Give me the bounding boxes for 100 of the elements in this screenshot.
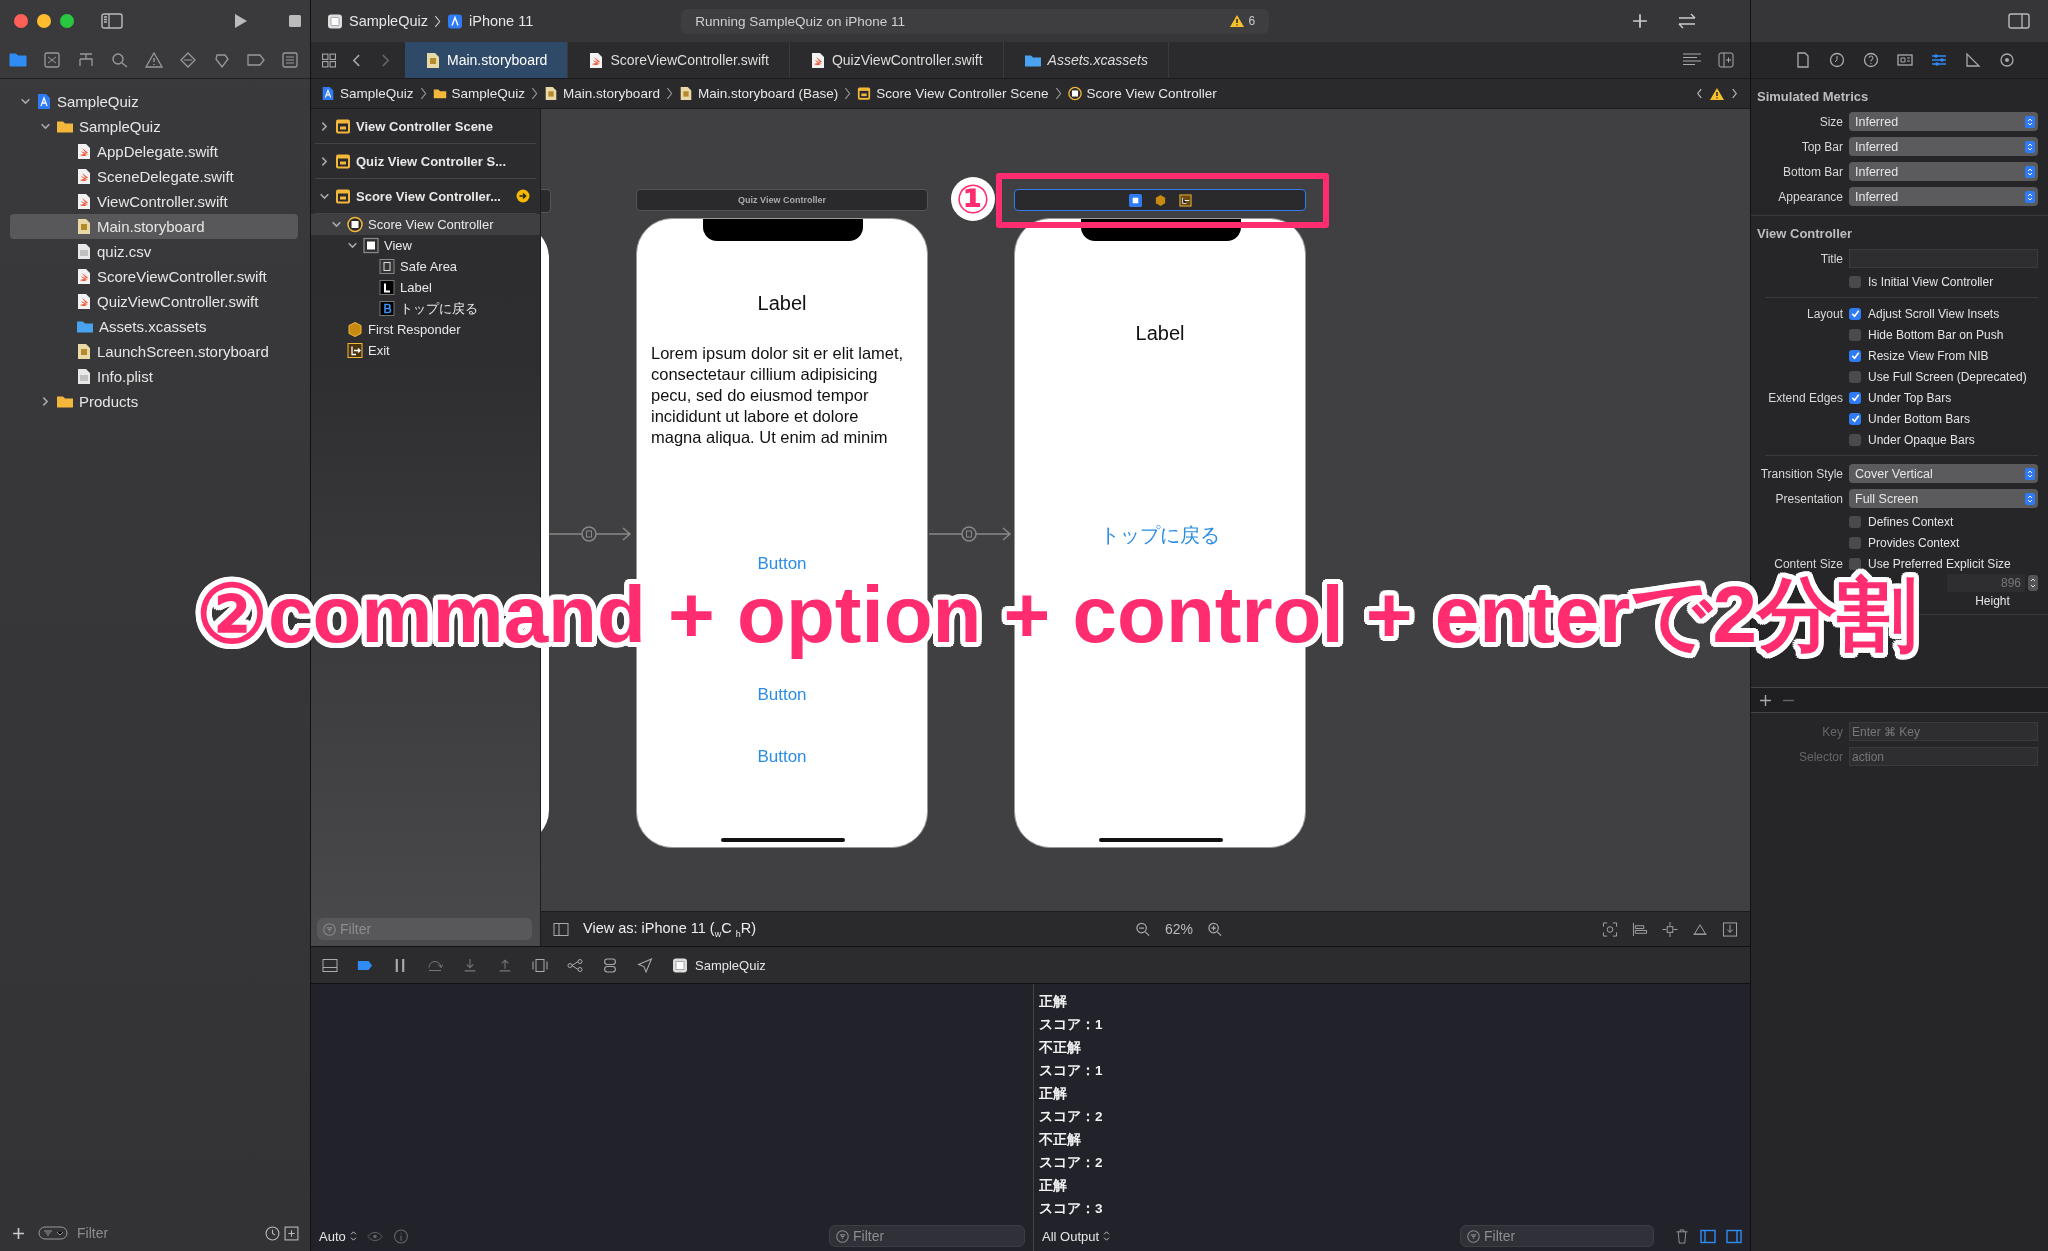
process-name[interactable]: SampleQuiz (695, 957, 766, 973)
scheme-name[interactable]: SampleQuiz (349, 13, 428, 29)
embed-icon[interactable] (1722, 921, 1738, 937)
sidebar-toggle-icon[interactable] (553, 921, 569, 937)
popup-button[interactable]: Full Screen (1849, 489, 2038, 508)
breadcrumb-item[interactable]: Main.storyboard (563, 86, 660, 101)
align-icon[interactable] (1632, 921, 1648, 937)
run-destination[interactable]: iPhone 11 (469, 13, 534, 29)
split-left-icon[interactable] (1700, 1228, 1716, 1244)
editor-tab[interactable]: QuizViewController.swift (789, 42, 1004, 78)
memory-graph-icon[interactable] (567, 957, 583, 973)
navigator-item[interactable]: SampleQuiz (10, 114, 298, 139)
navigator-item[interactable]: AppDelegate.swift (10, 139, 298, 164)
filter-field[interactable]: Filter (33, 1221, 304, 1245)
navigator-item[interactable]: ScoreViewController.swift (10, 264, 298, 289)
view-hierarchy-icon[interactable] (532, 957, 548, 973)
text-field[interactable]: Enter ⌘ Key (1849, 722, 2038, 741)
navigator-item[interactable]: Info.plist (10, 364, 298, 389)
stepper-icon[interactable] (2028, 575, 2038, 591)
popup-button[interactable]: Inferred (1849, 187, 2038, 206)
filter-options-icon[interactable] (38, 1226, 68, 1240)
zoom-in-icon[interactable] (1207, 921, 1223, 937)
chevron-right-icon[interactable] (319, 155, 330, 167)
step-out-icon[interactable] (497, 957, 513, 973)
checkbox[interactable]: Use Full Screen (Deprecated) (1849, 369, 2027, 384)
checkbox[interactable]: Adjust Scroll View Insets (1849, 306, 2000, 321)
output-popup[interactable]: All Output (1042, 1228, 1111, 1244)
popup-button[interactable]: Inferred (1849, 162, 2038, 181)
navigator-item[interactable]: QuizViewController.swift (10, 289, 298, 314)
warning-count[interactable]: 6 (1248, 14, 1256, 28)
resolve-icon[interactable] (1692, 921, 1708, 937)
view-controller-icon[interactable] (1128, 193, 1142, 207)
connections-inspector-icon[interactable] (1998, 52, 2015, 68)
lines-icon[interactable] (1682, 52, 1702, 68)
forward-icon[interactable] (1731, 87, 1738, 100)
navigator-item[interactable]: SceneDelegate.swift (10, 164, 298, 189)
editor-tab[interactable]: Assets.xcassets (1003, 42, 1169, 78)
chevron-down-icon[interactable] (347, 240, 358, 251)
warning-icon[interactable] (1709, 86, 1725, 101)
breakpoint-navigator-icon[interactable] (247, 52, 265, 68)
sidebar-toggle-icon[interactable] (101, 13, 123, 29)
outline-item[interactable]: Quiz View Controller S... (315, 144, 536, 179)
filter-field[interactable]: Filter (830, 1226, 1024, 1246)
stop-icon[interactable] (286, 13, 304, 29)
editor-tab[interactable]: ScoreViewController.swift (568, 42, 790, 78)
exit-icon[interactable] (1178, 193, 1192, 207)
popup-button[interactable]: Inferred (1849, 137, 2038, 156)
update-frames-icon[interactable] (1602, 921, 1618, 937)
navigator-item[interactable]: SampleQuiz (10, 89, 298, 114)
clock-icon[interactable] (265, 1225, 280, 1241)
text-field[interactable]: action (1849, 747, 2038, 766)
outline-item[interactable]: First Responder (311, 319, 540, 340)
minimize-window-button[interactable] (37, 14, 51, 28)
arrow-right-circle-icon[interactable] (516, 189, 530, 203)
chevron-down-icon[interactable] (20, 96, 31, 107)
warning-icon[interactable] (1228, 14, 1245, 28)
debug-navigator-icon[interactable] (213, 52, 231, 68)
inspector-toggle-icon[interactable] (2008, 13, 2030, 29)
grid-icon[interactable] (321, 52, 337, 68)
report-navigator-icon[interactable] (281, 52, 299, 68)
back-icon[interactable] (1696, 87, 1703, 100)
help-inspector-icon[interactable] (1862, 52, 1879, 68)
checkbox[interactable]: Provides Context (1849, 535, 1960, 550)
trash-icon[interactable] (1674, 1228, 1690, 1244)
cube-icon[interactable] (1153, 193, 1167, 207)
find-navigator-icon[interactable] (111, 52, 129, 68)
popup-button[interactable]: Inferred (1849, 112, 2038, 131)
chevron-right-icon[interactable] (40, 396, 51, 407)
environment-icon[interactable] (602, 957, 618, 973)
chevron-down-icon[interactable] (331, 219, 342, 230)
checkbox[interactable]: Is Initial View Controller (1849, 274, 1994, 289)
navigator-item[interactable]: Assets.xcassets (10, 314, 298, 339)
breadcrumb-item[interactable]: Score View Controller (1086, 86, 1217, 101)
file-inspector-icon[interactable] (1794, 52, 1811, 68)
chevron-right-icon[interactable] (319, 120, 330, 132)
filter-field[interactable]: Filter (1461, 1226, 1653, 1246)
outline-item[interactable]: Exit (311, 340, 540, 361)
split-right-icon[interactable] (1726, 1228, 1742, 1244)
outline-item[interactable]: View (311, 235, 540, 256)
checkbox[interactable]: Resize View From NIB (1849, 348, 1989, 363)
navigator-item[interactable]: ViewController.swift (10, 189, 298, 214)
checkbox[interactable]: Under Top Bars (1849, 390, 1952, 405)
checkbox[interactable]: Use Preferred Explicit Size (1849, 556, 2011, 571)
checkbox[interactable]: Under Opaque Bars (1849, 432, 1975, 447)
breadcrumb-item[interactable]: SampleQuiz (340, 86, 414, 101)
popup-button[interactable]: Cover Vertical (1849, 464, 2038, 483)
attributes-inspector-icon[interactable] (1930, 52, 1947, 68)
editor-tab[interactable]: Main.storyboard (405, 42, 569, 78)
source-navigator-icon[interactable] (43, 52, 61, 68)
size-inspector-icon[interactable] (1964, 52, 1981, 68)
navigator-item[interactable]: LaunchScreen.storyboard (10, 339, 298, 364)
folder-navigator-icon[interactable] (9, 52, 27, 68)
outline-item[interactable]: Score View Controller (311, 214, 540, 235)
checkbox[interactable]: Defines Context (1849, 514, 1954, 529)
breadcrumb-item[interactable]: Main.storyboard (Base) (697, 86, 839, 101)
history-inspector-icon[interactable] (1828, 52, 1845, 68)
pin-icon[interactable] (1662, 921, 1678, 937)
add-editor-icon[interactable] (1716, 52, 1736, 68)
navigator-item[interactable]: Products (10, 389, 298, 414)
outline-item[interactable]: View Controller Scene (315, 109, 536, 144)
